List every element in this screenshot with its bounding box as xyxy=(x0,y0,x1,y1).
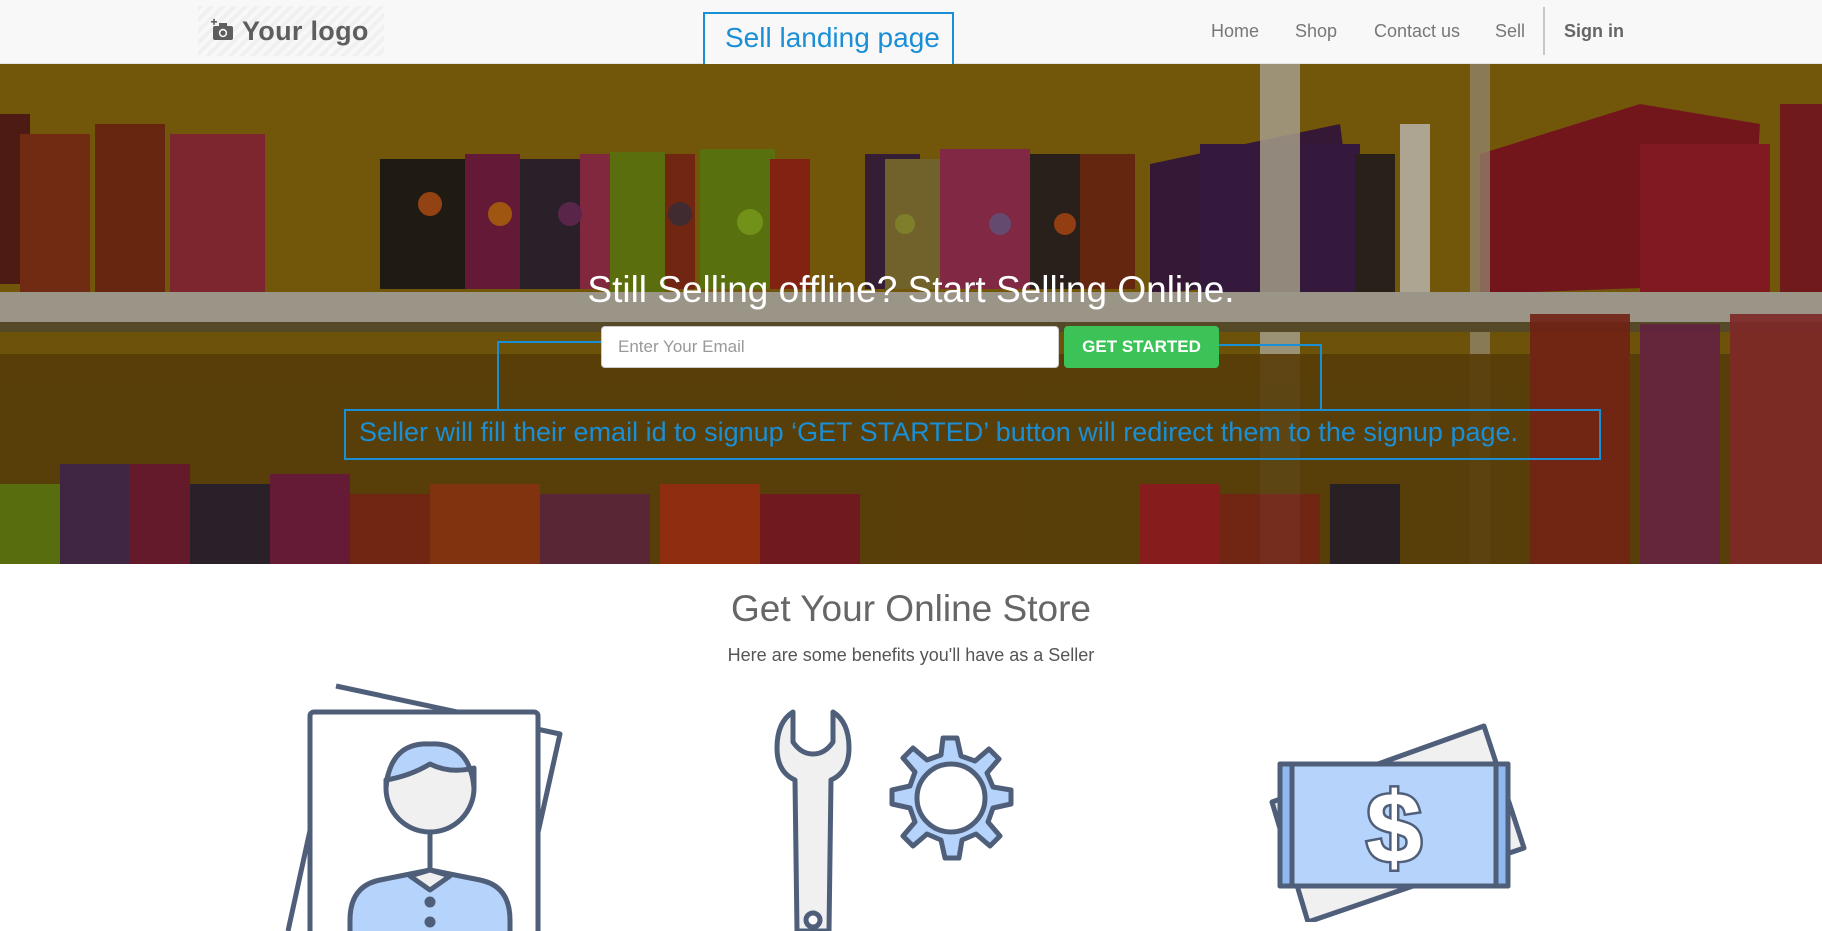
hero-background-image xyxy=(0,64,1822,564)
hero-title: Still Selling offline? Start Selling Onl… xyxy=(587,269,1235,310)
benefits-subtitle: Here are some benefits you'll have as a … xyxy=(727,645,1095,665)
nav-shop[interactable]: Shop xyxy=(1295,21,1337,42)
wrench-gear-icon xyxy=(774,709,1014,931)
nav-home[interactable]: Home xyxy=(1211,21,1259,42)
benefits-title: Get Your Online Store xyxy=(731,588,1091,629)
annotation-signup-note: Seller will fill their email id to signu… xyxy=(344,409,1601,460)
money-icon: $ xyxy=(1269,723,1527,922)
nav-sell[interactable]: Sell xyxy=(1495,21,1525,42)
hero-banner: Still Selling offline? Start Selling Onl… xyxy=(0,64,1822,564)
nav-divider xyxy=(1543,7,1545,55)
seller-profile-icon xyxy=(285,683,563,931)
get-started-button[interactable]: GET STARTED xyxy=(1064,326,1219,368)
nav-contact-us[interactable]: Contact us xyxy=(1374,21,1460,42)
email-input[interactable] xyxy=(601,326,1059,368)
nav-sign-in[interactable]: Sign in xyxy=(1564,21,1624,42)
dollar-sign-icon: $ xyxy=(1366,772,1422,884)
